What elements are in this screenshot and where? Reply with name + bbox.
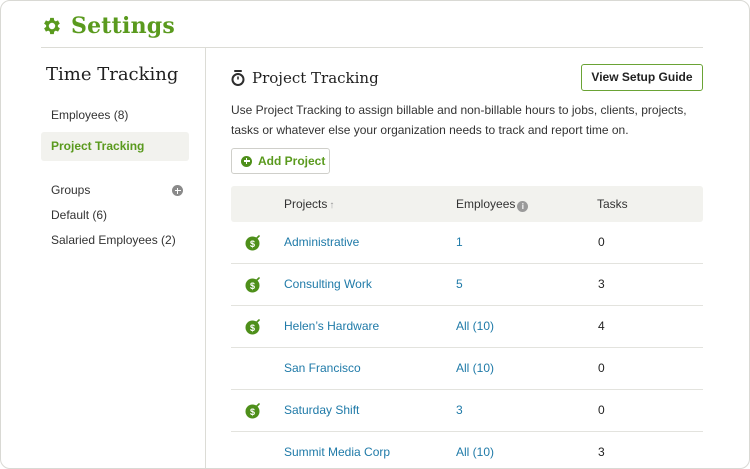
billable-dollar-icon: $ [245,403,260,419]
tasks-count: 4 [598,319,605,333]
tasks-count: 0 [598,361,605,375]
table-row: Summit Media Corp All (10) 3 [231,432,703,468]
header-divider [41,47,703,48]
table-row: $ Saturday Shift 3 0 [231,390,703,432]
svg-text:$: $ [250,323,255,333]
employees-link[interactable]: 3 [456,390,463,430]
table-row: $ Consulting Work 5 3 [231,264,703,306]
projects-table-header: Projects ↑ Employees i Tasks [231,186,703,222]
sidebar-item-group-salaried[interactable]: Salaried Employees (2) [41,226,189,255]
sidebar-item-employees[interactable]: Employees (8) [41,101,189,130]
view-setup-guide-button[interactable]: View Setup Guide [581,64,703,91]
tasks-count: 3 [598,277,605,291]
column-header-tasks: Tasks [597,197,628,211]
sidebar-title: Time Tracking [46,64,179,85]
section-title: Project Tracking [252,69,379,87]
add-project-label: Add Project [258,154,326,168]
add-group-icon[interactable] [172,185,183,196]
svg-text:$: $ [250,239,255,249]
info-icon[interactable]: i [517,201,529,212]
section-header: Project Tracking [231,69,379,87]
employees-link[interactable]: All (10) [456,348,494,388]
column-employees-label: Employees [456,197,516,211]
employees-link[interactable]: 1 [456,222,463,262]
table-row: San Francisco All (10) 0 [231,348,703,390]
tasks-count: 0 [598,235,605,249]
column-header-employees: Employees i [456,186,529,222]
tasks-count: 3 [598,445,605,459]
add-project-button[interactable]: Add Project [231,148,330,174]
page-title: Settings [71,13,175,39]
page-header: Settings [41,13,175,39]
section-description: Use Project Tracking to assign billable … [231,103,687,137]
project-link[interactable]: Saturday Shift [284,390,359,430]
svg-text:$: $ [250,407,255,417]
project-link[interactable]: Administrative [284,222,359,262]
table-row: $ Helen’s Hardware All (10) 4 [231,306,703,348]
column-header-projects[interactable]: Projects ↑ [284,186,334,224]
billable-dollar-icon: $ [245,277,260,293]
gear-icon [44,17,60,35]
settings-window: Settings Time Tracking Employees (8) Pro… [0,0,750,469]
project-link[interactable]: Summit Media Corp [284,432,390,468]
employees-link[interactable]: 5 [456,264,463,304]
sidebar-item-project-tracking[interactable]: Project Tracking [41,132,189,161]
tasks-count: 0 [598,403,605,417]
billable-dollar-icon: $ [245,235,260,251]
sidebar-divider [205,48,206,468]
project-link[interactable]: Consulting Work [284,264,372,304]
table-row: $ Administrative 1 0 [231,222,703,264]
employees-link[interactable]: All (10) [456,306,494,346]
svg-text:$: $ [250,281,255,291]
plus-circle-icon [241,155,252,167]
project-link[interactable]: Helen’s Hardware [284,306,379,346]
column-projects-label: Projects [284,197,328,211]
projects-table-body: $ Administrative 1 0 $ Consulting Work 5… [231,222,703,468]
project-link[interactable]: San Francisco [284,348,361,388]
employees-link[interactable]: All (10) [456,432,494,468]
billable-dollar-icon: $ [245,319,260,335]
sort-up-icon: ↑ [329,200,335,211]
stopwatch-icon [231,70,245,86]
